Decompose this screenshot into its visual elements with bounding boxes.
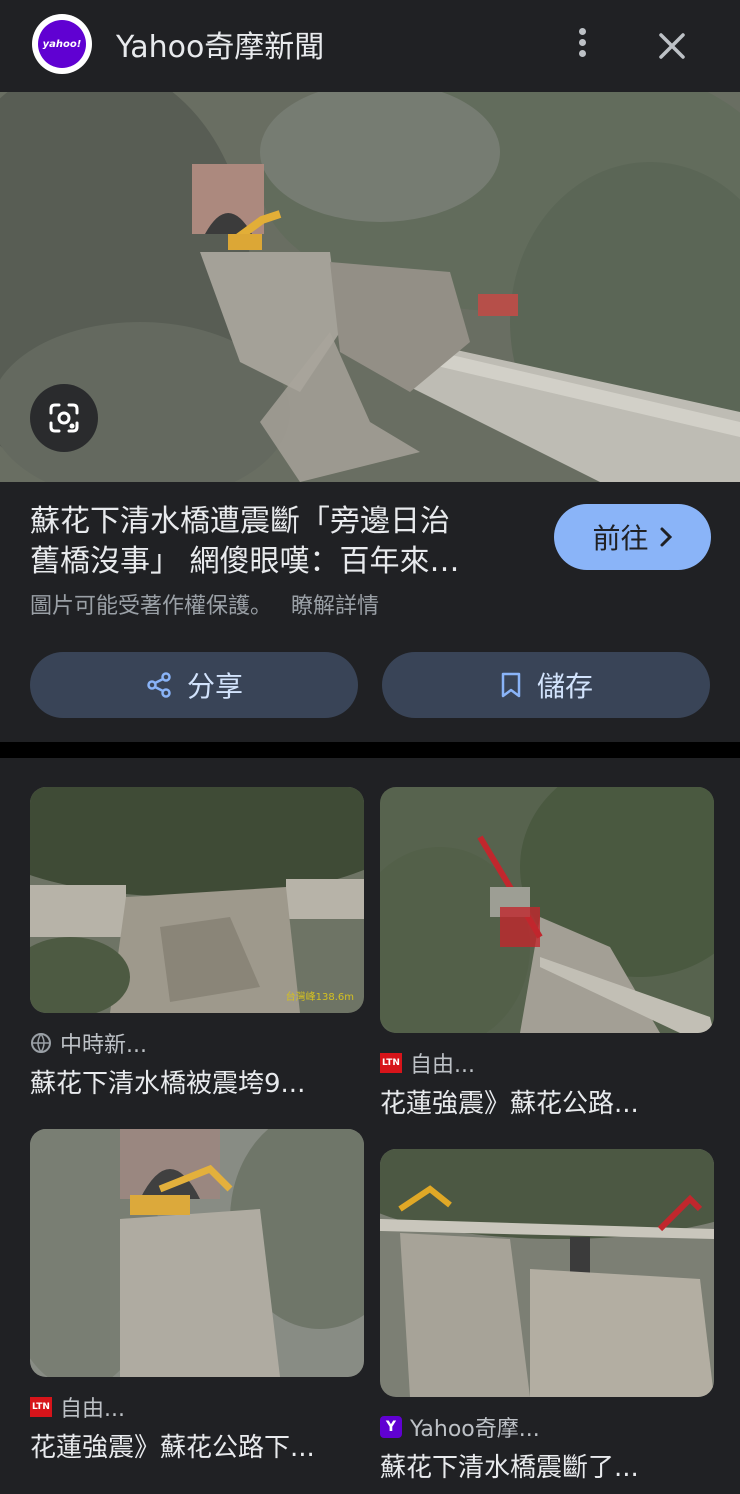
copyright-text: 圖片可能受著作權保護。 bbox=[30, 594, 273, 619]
share-button[interactable]: 分享 bbox=[30, 652, 358, 718]
yahoo-logo-mark: yahoo! bbox=[38, 20, 86, 68]
share-icon bbox=[147, 672, 171, 698]
globe-icon bbox=[31, 1033, 51, 1053]
related-source: 中時新... bbox=[30, 1027, 147, 1059]
related-source: LTN 自由... bbox=[380, 1047, 475, 1079]
related-thumbnail-art bbox=[380, 1149, 714, 1397]
related-caption[interactable]: 蘇花下清水橋震斷了... bbox=[380, 1447, 714, 1484]
related-thumbnail[interactable] bbox=[380, 787, 714, 1033]
share-label: 分享 bbox=[186, 670, 243, 703]
related-thumbnail[interactable] bbox=[30, 1129, 364, 1377]
related-source-name: 自由... bbox=[410, 1053, 475, 1078]
related-caption[interactable]: 花蓮強震》蘇花公路... bbox=[380, 1083, 714, 1120]
main-image-art bbox=[0, 92, 740, 482]
more-vert-icon[interactable] bbox=[566, 22, 598, 62]
copyright-notice: 圖片可能受著作權保護。 瞭解詳情 bbox=[30, 588, 379, 620]
learn-more-link[interactable]: 瞭解詳情 bbox=[291, 594, 379, 619]
main-image[interactable] bbox=[0, 92, 740, 482]
related-source: Y Yahoo奇摩... bbox=[380, 1411, 540, 1443]
article-title-line2: 舊橋沒事」 網傻眼嘆：百年來… bbox=[30, 544, 460, 579]
related-caption[interactable]: 花蓮強震》蘇花公路下... bbox=[30, 1427, 364, 1464]
ltn-logo-icon: LTN bbox=[380, 1053, 402, 1073]
app-header: yahoo! Yahoo奇摩新聞 bbox=[0, 0, 740, 92]
thumbnail-watermark: 台灣峰138.6m bbox=[285, 992, 354, 1003]
article-title-line1: 蘇花下清水橋遭震斷「旁邊日治 bbox=[30, 504, 450, 539]
source-title[interactable]: Yahoo奇摩新聞 bbox=[116, 22, 324, 66]
yahoo-logo[interactable]: yahoo! bbox=[32, 14, 92, 74]
related-source: LTN 自由... bbox=[30, 1391, 125, 1423]
related-thumbnail-art bbox=[380, 787, 714, 1033]
related-source-name: 中時新... bbox=[60, 1033, 147, 1058]
visit-label: 前往 bbox=[592, 522, 649, 555]
yahoo-logo-icon: Y bbox=[380, 1416, 402, 1438]
visit-button[interactable]: 前往 bbox=[554, 504, 711, 570]
google-lens-button[interactable] bbox=[30, 384, 98, 452]
related-thumbnail-art bbox=[30, 1129, 364, 1377]
chevron-right-icon bbox=[660, 527, 672, 547]
related-caption[interactable]: 蘇花下清水橋被震垮9... bbox=[30, 1063, 364, 1100]
ltn-logo-icon: LTN bbox=[30, 1397, 52, 1417]
related-thumbnail-art bbox=[30, 787, 364, 1013]
close-icon[interactable] bbox=[652, 26, 692, 66]
related-thumbnail[interactable]: 台灣峰138.6m bbox=[30, 787, 364, 1013]
related-source-name: Yahoo奇摩... bbox=[410, 1417, 540, 1442]
related-source-name: 自由... bbox=[60, 1397, 125, 1422]
section-divider bbox=[0, 742, 740, 758]
article-title[interactable]: 蘇花下清水橋遭震斷「旁邊日治 舊橋沒事」 網傻眼嘆：百年來… bbox=[30, 502, 530, 582]
related-thumbnail[interactable] bbox=[380, 1149, 714, 1397]
lens-icon bbox=[49, 403, 79, 433]
bookmark-icon bbox=[501, 672, 521, 698]
save-label: 儲存 bbox=[536, 670, 593, 703]
save-button[interactable]: 儲存 bbox=[382, 652, 710, 718]
